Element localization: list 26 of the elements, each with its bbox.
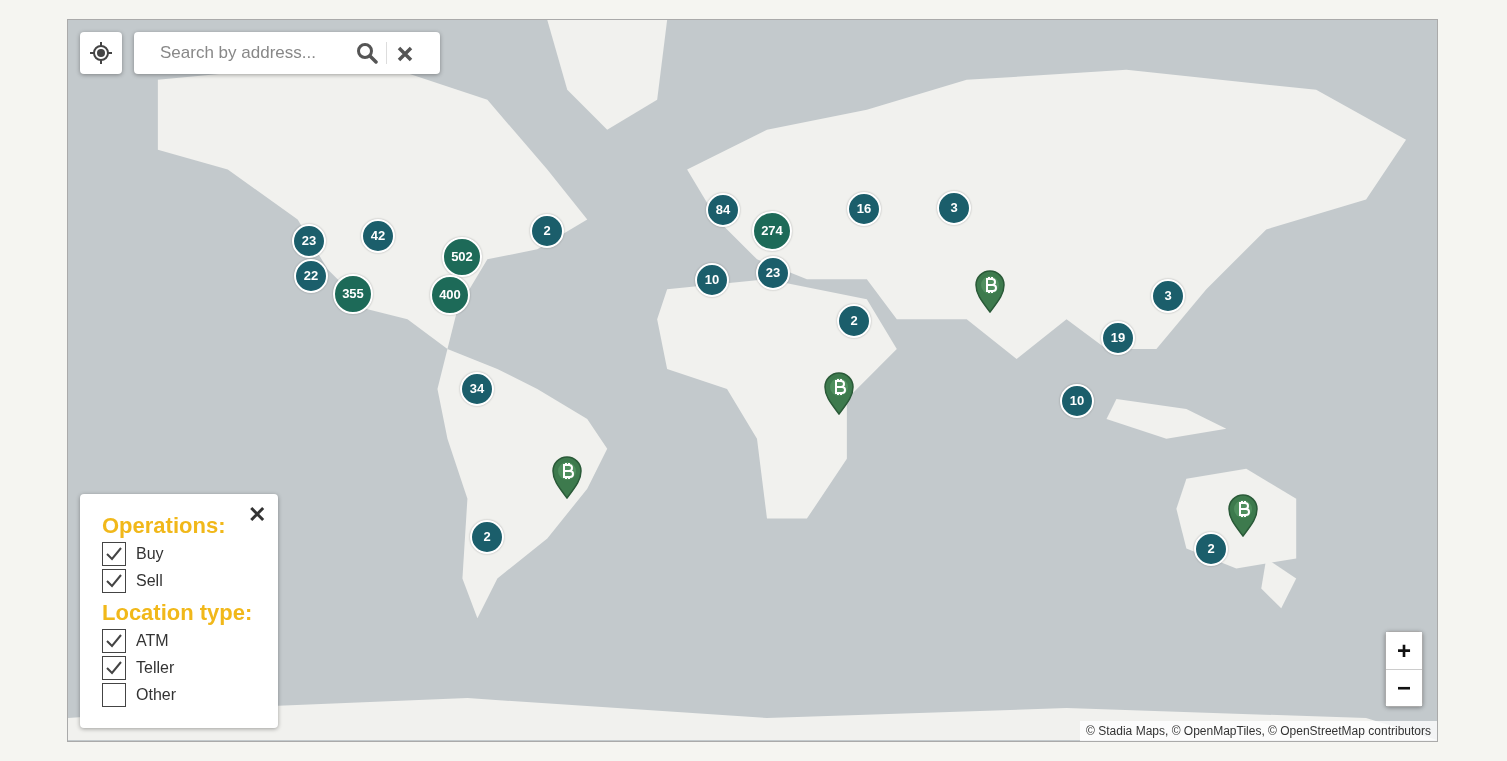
crosshair-icon: [89, 41, 113, 65]
zoom-in-button[interactable]: +: [1386, 632, 1422, 669]
close-icon: [397, 46, 413, 63]
checkbox-label: Teller: [136, 658, 175, 678]
search-input[interactable]: Search by address...: [158, 39, 348, 67]
checkbox[interactable]: [102, 541, 126, 566]
filter-heading: Location type:: [102, 600, 254, 625]
checkbox[interactable]: [102, 656, 126, 680]
bitcoin-pin-icon[interactable]: [551, 455, 583, 499]
search-field[interactable]: Search by address...: [134, 32, 440, 74]
close-button[interactable]: ✕: [248, 503, 266, 526]
attribution-text: © Stadia Maps, © OpenMapTiles, © OpenStreetMap contributors: [1080, 721, 1437, 741]
checkbox[interactable]: [102, 629, 126, 653]
checkbox-label: ATM: [136, 631, 169, 651]
bitcoin-pin-icon[interactable]: [1227, 493, 1259, 537]
bitcoin-pin-icon[interactable]: [823, 371, 855, 415]
zoom-out-button[interactable]: −: [1386, 669, 1422, 706]
checkbox[interactable]: [102, 568, 126, 593]
checkbox-label: Sell: [136, 570, 163, 591]
checkbox[interactable]: [102, 683, 126, 707]
checkbox-label: Buy: [136, 543, 164, 564]
filter-heading: Operations:: [102, 513, 227, 538]
search-icon: [356, 42, 378, 64]
checkbox-label: Other: [136, 685, 176, 705]
bitcoin-pin-icon[interactable]: [974, 269, 1006, 313]
locate-button[interactable]: [80, 32, 122, 74]
